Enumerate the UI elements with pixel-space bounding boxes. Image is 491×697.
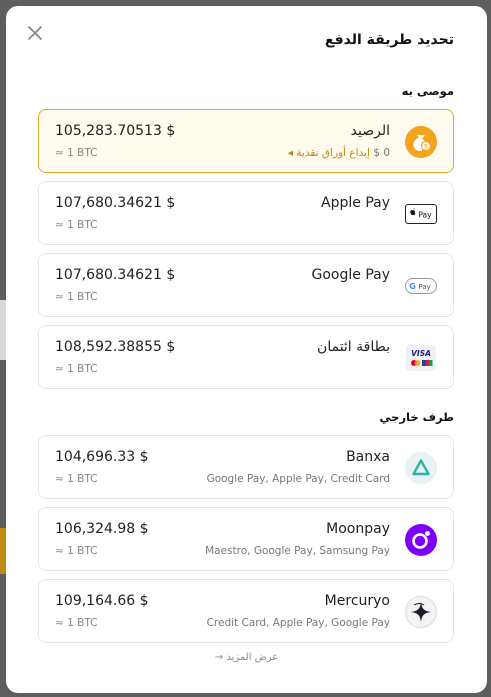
payment-option-banxa[interactable]: 104,696.33 $ ≈ 1 BTC Banxa Google Pay, A… xyxy=(38,435,454,499)
close-button[interactable] xyxy=(24,22,46,44)
svg-text:$: $ xyxy=(424,143,428,151)
option-amount: 108,592.38855 $ xyxy=(55,339,176,355)
show-more-link[interactable]: عرض المزيد → xyxy=(6,652,487,663)
option-amount: 106,324.98 $ xyxy=(55,521,149,537)
option-methods-text: ...PA, Credit Card, Apple Pay, Google Pa… xyxy=(202,617,390,629)
mercuryo-logo-icon xyxy=(405,596,437,628)
payment-option-credit-card[interactable]: 108,592.38855 $ ≈ 1 BTC بطاقة ائتمان VIS… xyxy=(38,325,454,389)
payment-option-mercuryo[interactable]: 109,164.66 $ ≈ 1 BTC Mercuryo ...PA, Cre… xyxy=(38,579,454,643)
option-name: Google Pay xyxy=(311,267,391,283)
option-amount: 107,680.34621 $ xyxy=(55,267,176,283)
modal-title: تحديد طريقة الدفع xyxy=(324,32,454,48)
option-name: بطاقة ائتمان xyxy=(317,339,390,355)
section-recommended: موصى به xyxy=(401,84,454,98)
deposit-cash-link[interactable]: إيداع أوراق نقدية ◂ xyxy=(288,147,370,159)
payment-option-balance[interactable]: 105,283.70513 $ ≈ 1 BTC الرصيد 0 $ إيداع… xyxy=(38,109,454,173)
option-methods: ...PA, Credit Card, Apple Pay, Google Pa… xyxy=(202,617,390,629)
option-amount: 109,164.66 $ xyxy=(55,593,149,609)
option-btc: ≈ 1 BTC xyxy=(55,473,98,485)
option-name: Moonpay xyxy=(326,521,390,537)
option-methods: ...rd, Maestro, Google Pay, Samsung Pay xyxy=(202,545,390,557)
option-btc: ≈ 1 BTC xyxy=(55,291,98,303)
money-bag-icon: $ xyxy=(405,126,437,158)
option-name: Mercuryo xyxy=(324,593,390,609)
svg-text:VISA: VISA xyxy=(411,349,431,358)
option-methods-text: Google Pay, Apple Pay, Credit Card xyxy=(206,473,390,485)
payment-option-moonpay[interactable]: 106,324.98 $ ≈ 1 BTC Moonpay ...rd, Maes… xyxy=(38,507,454,571)
option-methods: Google Pay, Apple Pay, Credit Card xyxy=(207,473,390,485)
option-name: Banxa xyxy=(346,449,390,465)
svg-text:Pay: Pay xyxy=(418,211,432,220)
section-external: طرف خارجي xyxy=(379,410,455,424)
close-icon xyxy=(28,26,42,40)
banxa-logo-icon xyxy=(405,452,437,484)
option-amount: 107,680.34621 $ xyxy=(55,195,176,211)
balance-sub: 0 $ إيداع أوراق نقدية ◂ xyxy=(280,147,390,159)
credit-card-icon: VISA xyxy=(405,342,437,374)
option-btc: ≈ 1 BTC xyxy=(55,147,98,159)
apple-pay-icon: Pay xyxy=(405,198,437,230)
option-amount: 104,696.33 $ xyxy=(55,449,149,465)
option-name: Apple Pay xyxy=(321,195,390,211)
option-btc: ≈ 1 BTC xyxy=(55,545,98,557)
moonpay-logo-icon xyxy=(405,524,437,556)
option-btc: ≈ 1 BTC xyxy=(55,617,98,629)
payment-method-modal: تحديد طريقة الدفع موصى به 105,283.70513 … xyxy=(6,6,487,693)
google-pay-icon: G Pay xyxy=(405,270,437,302)
svg-text:Pay: Pay xyxy=(418,283,430,291)
svg-text:G: G xyxy=(409,282,416,291)
option-name: الرصيد xyxy=(350,123,390,139)
option-btc: ≈ 1 BTC xyxy=(55,219,98,231)
balance-value: 0 $ xyxy=(373,147,390,159)
option-amount: 105,283.70513 $ xyxy=(55,123,176,139)
option-btc: ≈ 1 BTC xyxy=(55,363,98,375)
option-methods-text: ...rd, Maestro, Google Pay, Samsung Pay xyxy=(202,545,390,557)
payment-option-apple-pay[interactable]: 107,680.34621 $ ≈ 1 BTC Apple Pay Pay xyxy=(38,181,454,245)
payment-option-google-pay[interactable]: 107,680.34621 $ ≈ 1 BTC Google Pay G Pay xyxy=(38,253,454,317)
